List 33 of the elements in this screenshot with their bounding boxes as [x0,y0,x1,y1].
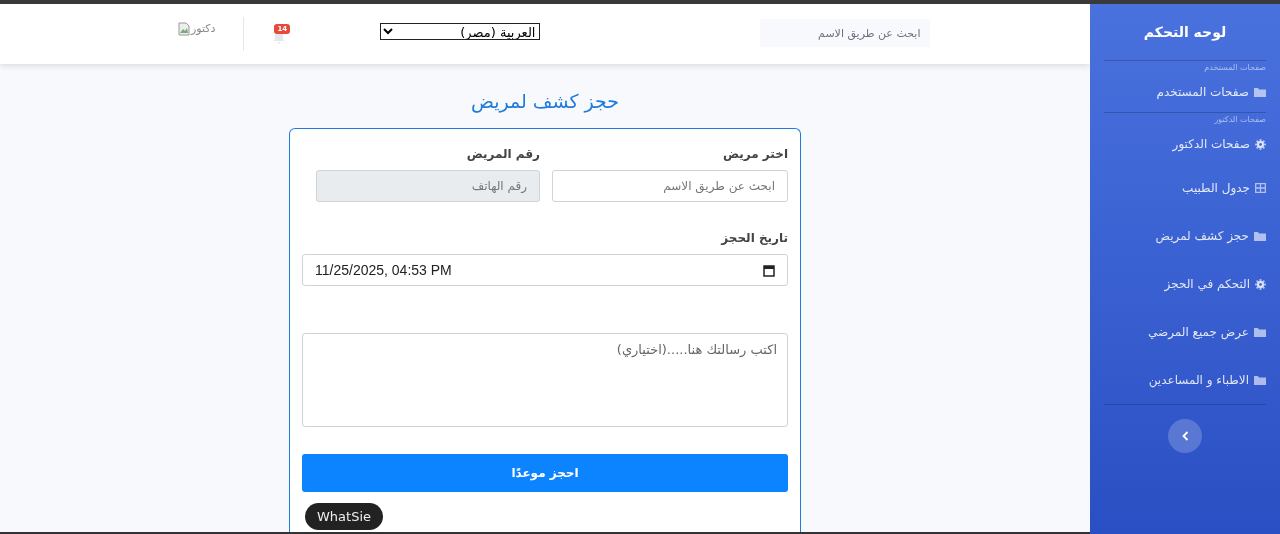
chevron-left-icon [1181,431,1189,441]
page-title: حجز كشف لمريض [470,90,620,112]
section-heading: صفحات الدكتور [1213,115,1266,124]
language-select[interactable]: العربية (مصر) [380,22,541,40]
sidebar-item[interactable]: حجز كشف لمريض [1104,212,1266,260]
calendar-icon[interactable] [763,263,775,277]
search-field[interactable]: ابحث عن طريق الاسم [760,19,931,47]
folder-icon [1254,375,1266,385]
sidebar-title[interactable]: لوحه التحكم [1104,24,1266,40]
folder-icon [1254,87,1266,97]
sidebar-item[interactable]: عرض جميع المرضي [1104,308,1266,356]
date-field[interactable]: 11/25/2025, 04:53 PM [302,254,788,286]
sidebar-item[interactable]: صفحات الدكتور [1104,124,1266,164]
field-label: رقم المريض [465,147,540,161]
sidebar-item[interactable]: الاطباء و المساعدين [1104,356,1266,404]
folder-icon [1254,327,1266,337]
patient-search-field[interactable]: ابحث عن طريق الاسم [552,170,788,202]
section-heading: صفحات المستخدم [1203,63,1266,72]
tooltip: WhatSie [305,503,384,530]
collapse-button[interactable] [1168,419,1202,453]
sidebar-item[interactable]: صفحات المستخدم [1104,72,1266,112]
sidebar-item[interactable]: جدول الطبيب [1104,164,1266,212]
broken-image[interactable]: دكتور [178,20,216,48]
message-field[interactable]: اكتب رسالتك هنا.....(اختياري) [302,333,788,427]
broken-image-icon [178,22,190,36]
folder-icon [1254,231,1266,241]
field-label: تاريخ الحجز [719,231,788,245]
gear-icon [1255,138,1266,150]
field-label: اختر مريض [721,147,788,161]
book-button[interactable]: احجز موعدًا [302,454,788,492]
sidebar-item[interactable]: التحكم في الحجز [1104,260,1266,308]
gear-icon [1255,278,1266,290]
table-icon [1255,183,1266,193]
